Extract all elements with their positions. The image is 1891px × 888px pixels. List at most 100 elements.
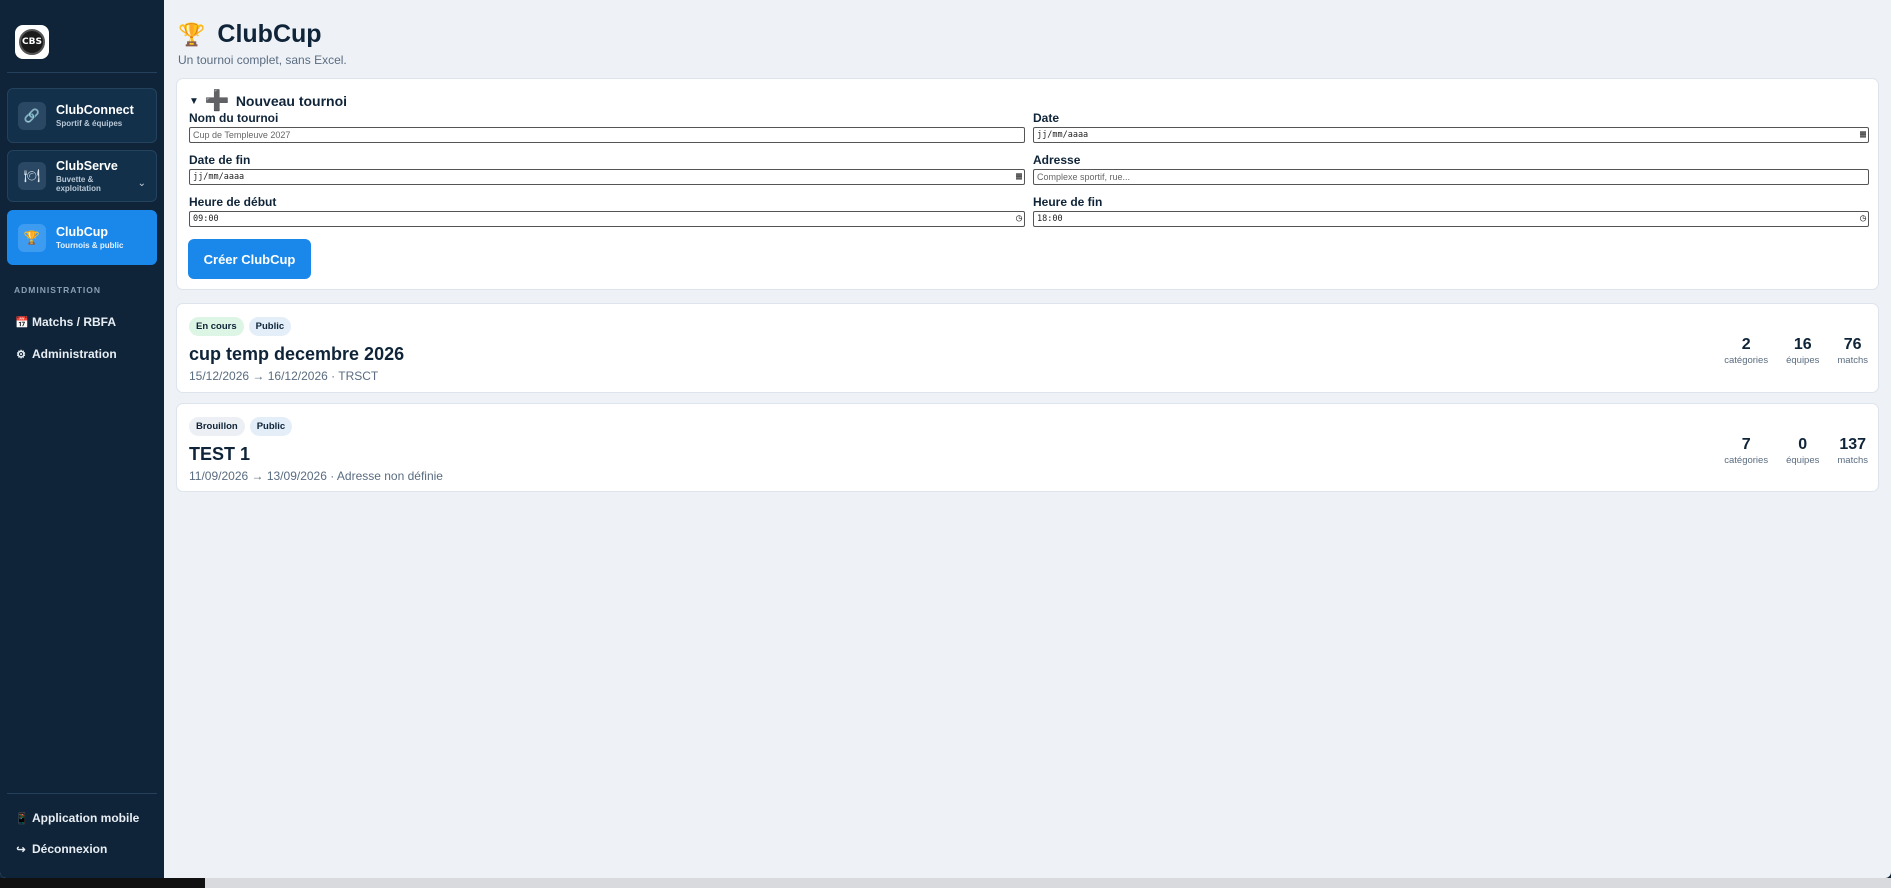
form-heading: Nouveau tournoi: [235, 93, 348, 109]
end-date-field: Date de fin jj/mm/aaaa ▦: [189, 153, 1025, 185]
nav-label: Déconnexion: [32, 842, 108, 856]
end-time-field: Heure de fin 18:00 ◷: [1033, 195, 1869, 227]
tournament-stats: 2 catégories 16 équipes 76 matchs: [1706, 336, 1868, 366]
stat-value: 0: [1798, 436, 1808, 453]
taskbar-segment: [0, 878, 205, 888]
gear-icon: ⚙: [16, 348, 26, 361]
tournament-card[interactable]: Brouillon Public TEST 1 11/09/2026 → 13/…: [176, 403, 1879, 492]
stat-value: 2: [1741, 336, 1751, 353]
date-input-value: jj/mm/aaaa: [1037, 130, 1089, 140]
end-date-input-value: jj/mm/aaaa: [193, 172, 245, 182]
stat-label: matchs: [1837, 355, 1868, 366]
app-subtitle: Tournois & public: [56, 241, 124, 250]
stat-matches: 137 matchs: [1837, 436, 1868, 466]
date-field: Date jj/mm/aaaa ▦: [1033, 111, 1869, 143]
nav-item-mobile-app[interactable]: 📱 Application mobile: [15, 811, 139, 825]
stat-label: catégories: [1724, 455, 1769, 466]
tournament-name-input[interactable]: Cup de Templeuve 2027: [189, 127, 1025, 143]
caret-down-icon: ▼: [189, 95, 199, 107]
sidebar: CBS 🔗 ClubConnect Sportif & équipes 🍽 Cl…: [0, 0, 164, 878]
visibility-badge: Public: [249, 417, 293, 436]
os-taskbar: [0, 878, 1891, 888]
stat-matches: 76 matchs: [1837, 336, 1868, 366]
club-logo-badge: CBS: [19, 29, 45, 55]
app-switch-clubcup[interactable]: 🏆 ClubCup Tournois & public: [7, 210, 157, 265]
stat-categories: 2 catégories: [1724, 336, 1768, 366]
sidebar-divider: [7, 793, 157, 794]
field-label: Date: [1033, 111, 1060, 125]
tournament-meta: 11/09/2026 → 13/09/2026 · Adresse non dé…: [189, 469, 443, 483]
calendar-icon[interactable]: ▦: [1860, 129, 1866, 141]
calendar-icon[interactable]: ▦: [1016, 171, 1022, 183]
plate-icon: 🍽: [18, 162, 46, 190]
stat-value: 7: [1741, 436, 1751, 453]
page-title: 🏆 ClubCup: [178, 20, 347, 49]
tournament-meta: 15/12/2026 → 16/12/2026 · TRSCT: [189, 369, 379, 383]
nav-label: Matchs / RBFA: [32, 315, 117, 329]
sidebar-divider: [7, 72, 157, 73]
field-label: Date de fin: [189, 153, 251, 167]
club-logo[interactable]: CBS: [15, 25, 49, 59]
tournament-card[interactable]: En cours Public cup temp decembre 2026 1…: [176, 303, 1879, 393]
address-input[interactable]: Complexe sportif, rue...: [1033, 169, 1869, 185]
start-time-input[interactable]: 09:00 ◷: [189, 211, 1025, 227]
tournament-badges: En cours Public: [189, 317, 292, 336]
trophy-icon: 🏆: [178, 21, 206, 47]
nav-label: Application mobile: [32, 811, 140, 825]
nav-item-logout[interactable]: ↪ Déconnexion: [15, 842, 107, 856]
main-content: 🏆 ClubCup Un tournoi complet, sans Excel…: [164, 0, 1891, 878]
app-subtitle: Sportif & équipes: [56, 119, 123, 128]
app-switch-clubconnect[interactable]: 🔗 ClubConnect Sportif & équipes: [7, 88, 157, 143]
nav-item-administration[interactable]: ⚙ Administration: [15, 347, 117, 361]
end-date-input[interactable]: jj/mm/aaaa ▦: [189, 169, 1025, 185]
nav-label: Administration: [32, 347, 117, 361]
field-label: Nom du tournoi: [189, 111, 279, 125]
clock-icon[interactable]: ◷: [1860, 213, 1866, 225]
status-badge: Brouillon: [189, 417, 245, 436]
start-time-field: Heure de début 09:00 ◷: [189, 195, 1025, 227]
app-name: ClubServe: [56, 159, 118, 173]
clock-icon[interactable]: ◷: [1016, 213, 1022, 225]
field-label: Heure de début: [189, 195, 277, 209]
stat-value: 16: [1793, 336, 1812, 353]
app-subtitle: Buvette & exploitation: [56, 175, 101, 193]
page-subtitle: Un tournoi complet, sans Excel.: [178, 53, 347, 67]
tournament-stats: 7 catégories 0 équipes 137 matchs: [1706, 436, 1868, 466]
page-header: 🏆 ClubCup Un tournoi complet, sans Excel…: [178, 20, 347, 67]
date-input[interactable]: jj/mm/aaaa ▦: [1033, 127, 1869, 143]
stat-value: 76: [1843, 336, 1862, 353]
stat-label: catégories: [1724, 355, 1769, 366]
create-clubcup-button[interactable]: Créer ClubCup: [188, 239, 311, 279]
tournament-name-field: Nom du tournoi Cup de Templeuve 2027: [189, 111, 1025, 143]
new-tournament-form: ▼ ➕ Nouveau tournoi Nom du tournoi Cup d…: [176, 78, 1879, 290]
field-label: Heure de fin: [1033, 195, 1103, 209]
app-name: ClubConnect: [56, 103, 134, 117]
stat-label: équipes: [1786, 355, 1820, 366]
calendar-icon: 📅: [15, 316, 29, 329]
stat-label: matchs: [1837, 455, 1868, 466]
address-field: Adresse Complexe sportif, rue...: [1033, 153, 1869, 185]
end-time-input[interactable]: 18:00 ◷: [1033, 211, 1869, 227]
trophy-icon: 🏆: [18, 223, 46, 252]
start-time-input-value: 09:00: [193, 214, 219, 224]
field-label: Adresse: [1033, 153, 1081, 167]
tournament-name: cup temp decembre 2026: [189, 344, 405, 364]
mobile-phone-icon: 📱: [15, 812, 29, 825]
app-name: ClubCup: [56, 225, 109, 239]
stat-label: équipes: [1786, 455, 1820, 466]
page-title-text: ClubCup: [217, 20, 322, 48]
stat-teams: 16 équipes: [1786, 336, 1819, 366]
link-icon: 🔗: [18, 101, 46, 130]
stat-categories: 7 catégories: [1724, 436, 1768, 466]
status-badge: En cours: [189, 317, 244, 336]
section-label-administration: ADMINISTRATION: [14, 285, 102, 295]
visibility-badge: Public: [248, 317, 292, 336]
tournament-badges: Brouillon Public: [189, 417, 293, 436]
stat-teams: 0 équipes: [1786, 436, 1819, 466]
chevron-down-icon[interactable]: ⌄: [138, 178, 146, 189]
tournament-name: TEST 1: [189, 444, 251, 464]
new-tournament-toggle[interactable]: ▼ ➕ Nouveau tournoi: [189, 91, 348, 111]
app-switch-clubserve[interactable]: 🍽 ClubServe Buvette & exploitation ⌄: [7, 150, 157, 202]
nav-item-matchs-rbfa[interactable]: 📅 Matchs / RBFA: [15, 315, 116, 329]
stat-value: 137: [1839, 436, 1867, 453]
